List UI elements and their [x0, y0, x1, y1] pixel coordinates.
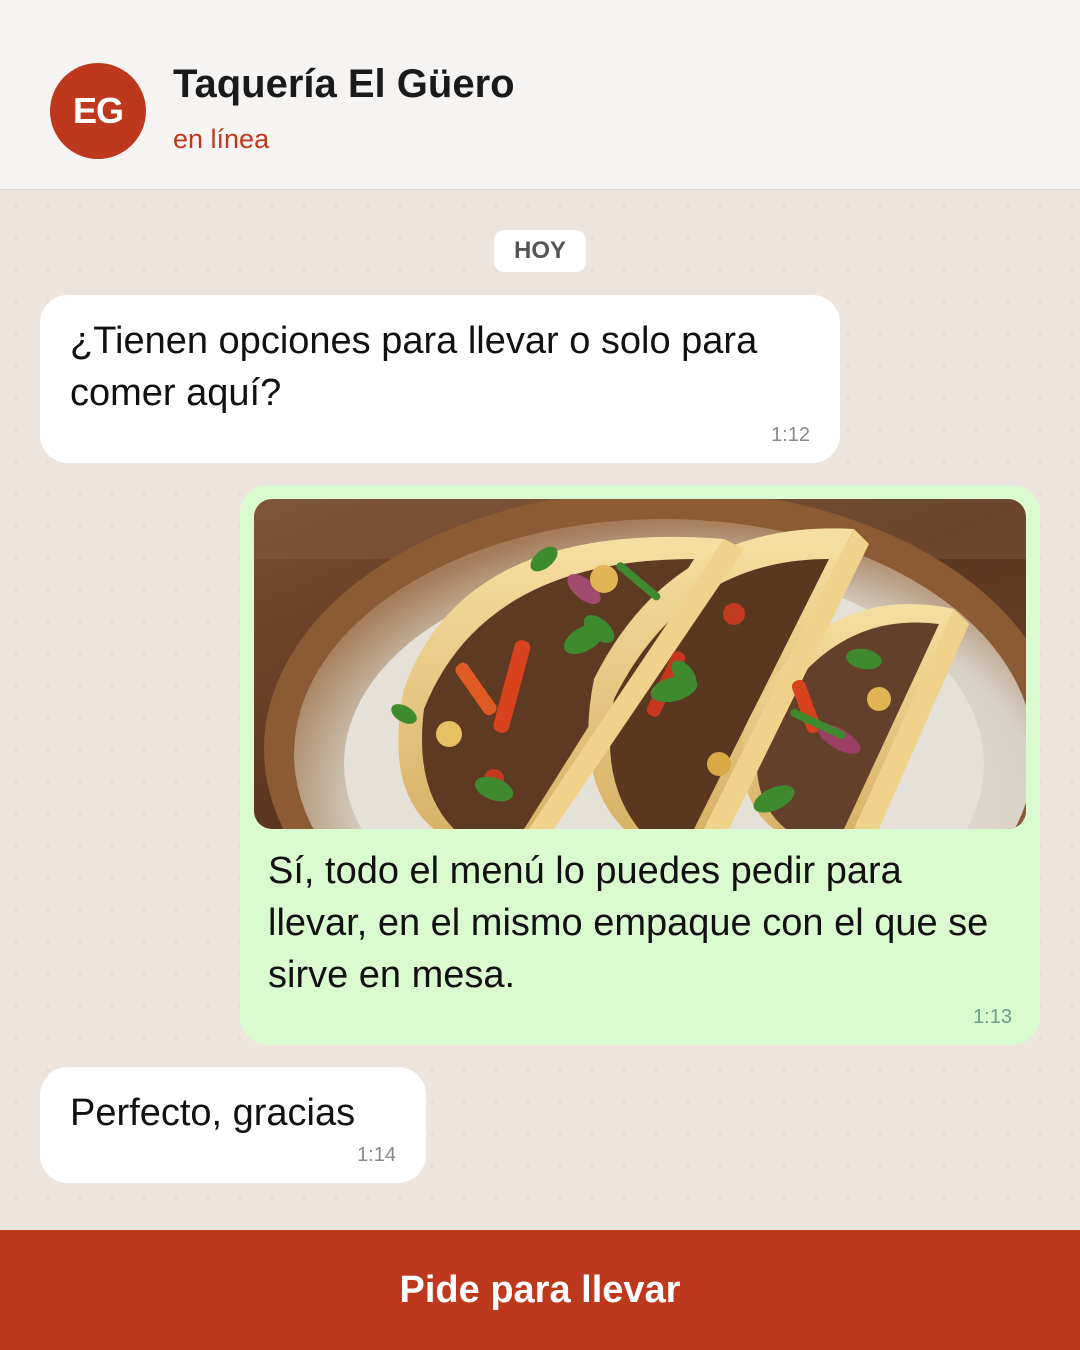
outgoing-message-bubble[interactable]: Sí, todo el menú lo puedes pedir para ll…: [240, 485, 1040, 1045]
tacos-photo[interactable]: [254, 499, 1026, 829]
message-time: 1:12: [771, 424, 810, 446]
incoming-message-bubble[interactable]: Perfecto, gracias 1:14: [40, 1067, 426, 1183]
date-chip: HOY: [494, 230, 586, 272]
chat-header: EG Taquería El Güero en línea: [0, 0, 1080, 190]
message-text: Sí, todo el menú lo puedes pedir para ll…: [268, 850, 989, 996]
tacos-photo-illustration: [254, 499, 1026, 829]
incoming-message-bubble[interactable]: ¿Tienen opciones para llevar o solo para…: [40, 295, 840, 463]
contact-status: en línea: [173, 124, 270, 154]
avatar[interactable]: EG: [50, 63, 146, 159]
message-text: Perfecto, gracias: [70, 1092, 356, 1134]
message-time: 1:13: [973, 1006, 1012, 1028]
message-time: 1:14: [357, 1144, 396, 1166]
message-text: ¿Tienen opciones para llevar o solo para…: [70, 320, 758, 414]
contact-name[interactable]: Taquería El Güero: [173, 62, 515, 107]
order-takeout-button[interactable]: Pide para llevar: [0, 1230, 1080, 1350]
